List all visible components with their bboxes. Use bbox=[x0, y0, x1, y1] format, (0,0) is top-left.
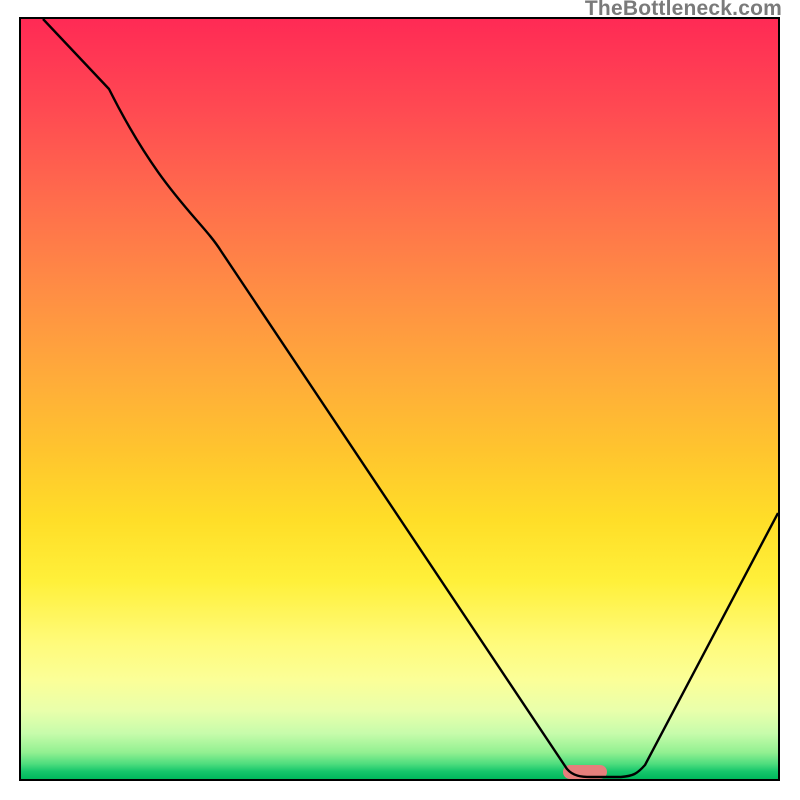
bottleneck-line bbox=[21, 19, 778, 779]
chart-container: TheBottleneck.com bbox=[0, 0, 800, 800]
plot-area bbox=[21, 19, 778, 779]
